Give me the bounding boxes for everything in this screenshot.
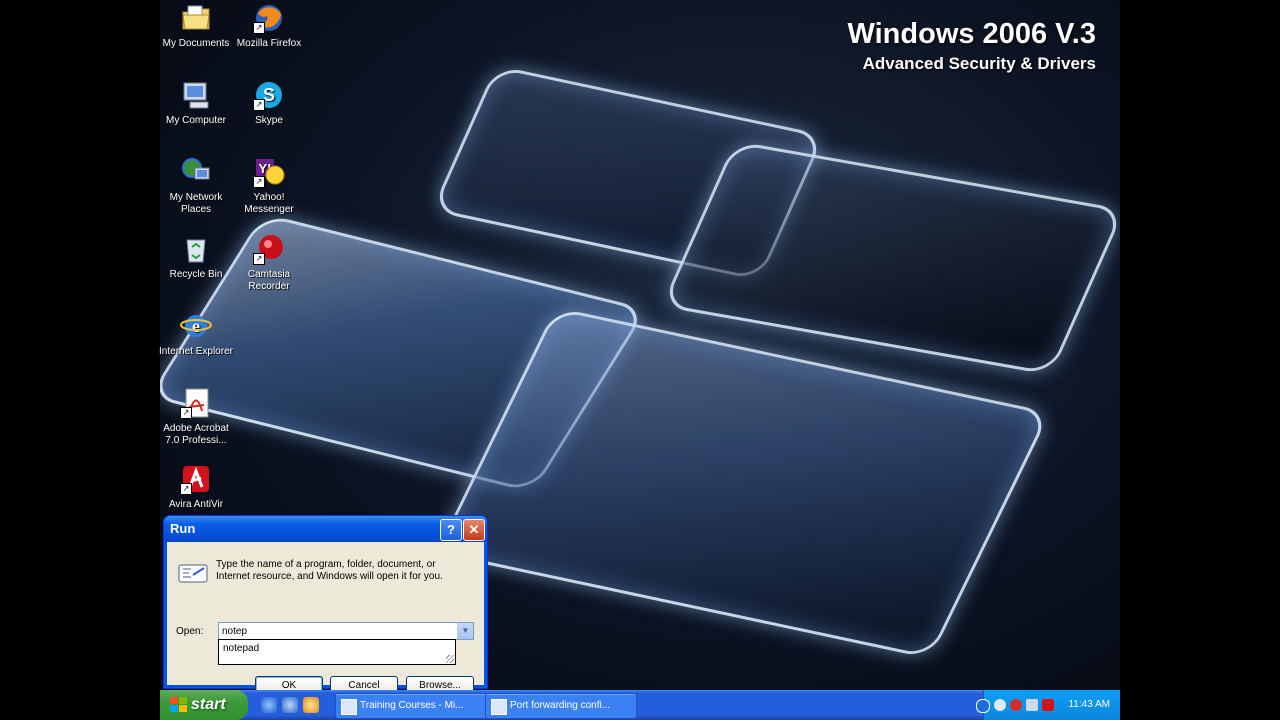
desktop-icon-label: Adobe Acrobat 7.0 Professi...	[163, 423, 229, 446]
taskbar: start Training Courses - Mi... Port forw…	[160, 690, 1120, 720]
tray-messenger-icon[interactable]	[994, 699, 1006, 711]
taskbar-button-label: Training Courses - Mi...	[360, 700, 464, 711]
desktop-icon-label: My Network Places	[169, 192, 223, 215]
shortcut-arrow-icon: ↗	[253, 99, 265, 111]
web-page-icon	[491, 699, 507, 715]
shortcut-arrow-icon: ↗	[253, 253, 265, 265]
network-places-icon	[180, 156, 212, 188]
tray-camtasia-icon[interactable]	[1010, 699, 1022, 711]
desktop-icon-my-computer[interactable]: My Computer	[159, 79, 233, 127]
shortcut-arrow-icon: ↗	[253, 22, 265, 34]
wallpaper-subtitle: Advanced Security & Drivers	[862, 54, 1096, 73]
computer-icon	[180, 79, 212, 111]
word-document-icon	[341, 699, 357, 715]
start-button[interactable]: start	[160, 690, 248, 720]
windows-flag-icon	[170, 697, 187, 712]
run-dialog-title: Run	[170, 521, 196, 536]
help-button[interactable]: ?	[440, 519, 462, 541]
adobe-acrobat-icon: ↗	[180, 387, 212, 419]
folder-documents-icon	[180, 2, 212, 34]
taskbar-button-label: Port forwarding confi...	[510, 700, 611, 711]
desktop-icon-firefox[interactable]: ↗ Mozilla Firefox	[232, 2, 306, 50]
tray-collapse-icon[interactable]	[976, 699, 990, 713]
recycle-bin-icon	[180, 233, 212, 265]
desktop-icon-my-documents[interactable]: My Documents	[159, 2, 233, 50]
desktop-icon-yahoo-messenger[interactable]: Y! ↗ Yahoo! Messenger	[232, 156, 306, 216]
taskbar-button-training-courses[interactable]: Training Courses - Mi...	[335, 693, 487, 719]
shortcut-arrow-icon: ↗	[180, 407, 192, 419]
run-dialog-body: Type the name of a program, folder, docu…	[167, 542, 484, 695]
run-dialog-description: Type the name of a program, folder, docu…	[216, 559, 443, 582]
desktop-icon-label: Yahoo! Messenger	[244, 192, 294, 215]
shortcut-arrow-icon: ↗	[253, 176, 265, 188]
start-label: start	[191, 696, 226, 713]
desktop-icon-label: Recycle Bin	[169, 269, 223, 280]
quicklaunch-ie-icon[interactable]	[261, 697, 277, 713]
desktop-icon-avira[interactable]: ↗ Avira AntiVir	[159, 463, 233, 511]
desktop-icon-camtasia-recorder[interactable]: ↗ Camtasia Recorder	[232, 233, 306, 293]
wallpaper-title: Windows 2006 V.3	[847, 18, 1097, 50]
open-label: Open:	[176, 626, 204, 637]
autocomplete-dropdown: notepad	[218, 639, 456, 665]
desktop-icon-adobe-acrobat[interactable]: ↗ Adobe Acrobat 7.0 Professi...	[159, 387, 233, 447]
run-dialog: Run ? ✕ Type the name of a program, fold…	[163, 515, 488, 695]
autocomplete-item[interactable]: notepad	[223, 643, 259, 654]
tray-network-icon[interactable]	[1026, 699, 1038, 711]
desktop-icon-internet-explorer[interactable]: e Internet Explorer	[159, 310, 233, 358]
shortcut-arrow-icon: ↗	[180, 483, 192, 495]
desktop-icon-label: My Computer	[165, 115, 226, 126]
chevron-down-icon[interactable]: ▼	[457, 623, 473, 639]
resize-grip-icon[interactable]	[446, 655, 454, 663]
clock[interactable]: 11:43 AM	[1068, 699, 1110, 710]
run-program-icon	[177, 560, 211, 586]
skype-icon: S ↗	[253, 79, 285, 111]
desktop-icon-label: Internet Explorer	[159, 346, 233, 357]
taskbar-button-port-forwarding[interactable]: Port forwarding confi...	[485, 693, 637, 719]
desktop-icon-label: Avira AntiVir	[168, 499, 224, 510]
desktop-icon-label: Mozilla Firefox	[236, 38, 302, 49]
desktop-icon-recycle-bin[interactable]: Recycle Bin	[159, 233, 233, 281]
open-input[interactable]	[219, 623, 454, 639]
quicklaunch-media-icon[interactable]	[303, 697, 319, 713]
wallpaper-pane-top-right	[661, 140, 1120, 376]
desktop-icon-network-places[interactable]: My Network Places	[159, 156, 233, 216]
tray-avira-icon[interactable]	[1042, 699, 1054, 711]
quicklaunch-show-desktop-icon[interactable]	[282, 697, 298, 713]
open-combobox[interactable]: ▼	[218, 622, 474, 640]
avira-icon: ↗	[180, 463, 212, 495]
firefox-icon: ↗	[253, 2, 285, 34]
run-dialog-titlebar[interactable]: Run ? ✕	[164, 516, 487, 542]
desktop-icon-label: Camtasia Recorder	[247, 269, 291, 292]
yahoo-messenger-icon: Y! ↗	[253, 156, 285, 188]
desktop-icon-skype[interactable]: S ↗ Skype	[232, 79, 306, 127]
system-tray: 11:43 AM	[976, 690, 1120, 720]
desktop-icon-label: My Documents	[162, 38, 230, 49]
close-button[interactable]: ✕	[463, 519, 485, 541]
desktop-icon-label: Skype	[255, 115, 283, 126]
internet-explorer-icon: e	[180, 310, 212, 342]
camtasia-recorder-icon: ↗	[253, 233, 285, 265]
